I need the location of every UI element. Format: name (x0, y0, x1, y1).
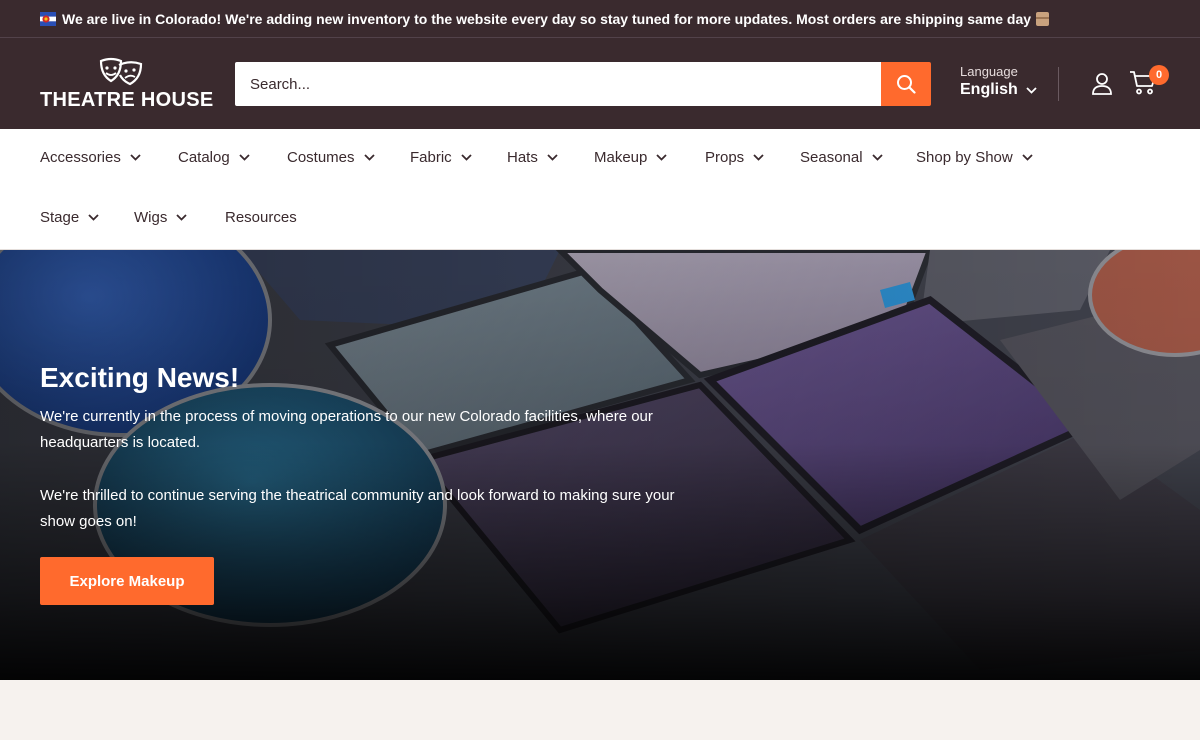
nav-item-stage[interactable]: Stage (40, 209, 99, 226)
nav-item-costumes[interactable]: Costumes (287, 149, 375, 166)
chevron-down-icon (461, 154, 472, 161)
cart-count-badge: 0 (1149, 65, 1169, 85)
nav-label: Costumes (287, 149, 355, 166)
hero-paragraph-1: We're currently in the process of moving… (40, 408, 653, 451)
language-value: English (960, 81, 1018, 98)
chevron-down-icon (363, 154, 375, 161)
nav-item-wigs[interactable]: Wigs (134, 209, 187, 226)
explore-makeup-button[interactable]: Explore Makeup (40, 557, 214, 605)
hero-banner: Exciting News! We're currently in the pr… (0, 250, 1200, 680)
search-input[interactable] (235, 62, 881, 106)
nav-label: Props (705, 149, 745, 166)
search-button[interactable] (881, 62, 931, 106)
nav-item-makeup[interactable]: Makeup (594, 149, 668, 166)
header-divider (1058, 67, 1059, 101)
nav-item-hats[interactable]: Hats (507, 149, 558, 166)
nav-item-accessories[interactable]: Accessories (40, 149, 141, 166)
chevron-down-icon (88, 214, 99, 221)
chevron-down-icon (1026, 86, 1037, 94)
nav-item-seasonal[interactable]: Seasonal (800, 149, 883, 166)
package-icon (1036, 11, 1050, 26)
nav-label: Makeup (594, 149, 648, 166)
chevron-down-icon (656, 154, 668, 161)
colorado-flag-icon (40, 11, 56, 26)
nav-item-props[interactable]: Props (705, 149, 764, 166)
nav-label: Accessories (40, 149, 121, 166)
main-nav: Accessories Catalog Costumes Fabric Hats… (0, 129, 1200, 250)
chevron-down-icon (1022, 154, 1033, 161)
site-logo[interactable]: THEATRE HOUSE (40, 57, 214, 113)
nav-label: Catalog (178, 149, 230, 166)
chevron-down-icon (547, 154, 558, 161)
nav-item-fabric[interactable]: Fabric (410, 149, 472, 166)
nav-label: Fabric (410, 149, 452, 166)
nav-label: Stage (40, 209, 80, 226)
hero-paragraph-2: We're thrilled to continue serving the t… (40, 487, 675, 530)
nav-label: Wigs (134, 209, 168, 226)
user-icon (1092, 73, 1112, 95)
chevron-down-icon (176, 214, 187, 221)
logo-text: THEATRE HOUSE (40, 89, 214, 111)
chevron-down-icon (130, 154, 141, 161)
nav-item-shop-by-show[interactable]: Shop by Show (916, 149, 1033, 166)
account-button[interactable] (1091, 72, 1113, 101)
announcement-text: We are live in Colorado! We're adding ne… (62, 10, 1032, 27)
language-value-row: English (960, 81, 1037, 99)
language-selector[interactable]: Language English (960, 64, 1037, 99)
nav-item-catalog[interactable]: Catalog (178, 149, 250, 166)
nav-label: Shop by Show (916, 149, 1013, 166)
chevron-down-icon (239, 154, 250, 161)
nav-label: Resources (225, 209, 297, 226)
page-section-below (0, 680, 1200, 740)
theatre-masks-icon (99, 57, 143, 86)
language-label: Language (960, 64, 1018, 79)
chevron-down-icon (871, 154, 883, 161)
chevron-down-icon (753, 154, 764, 161)
announcement-bar: We are live in Colorado! We're adding ne… (0, 0, 1200, 38)
hero-overlay (0, 250, 1200, 680)
nav-item-resources[interactable]: Resources (225, 209, 297, 226)
nav-label: Seasonal (800, 149, 863, 166)
nav-label: Hats (507, 149, 538, 166)
search-icon (897, 75, 916, 94)
hero-title: Exciting News! (40, 362, 240, 393)
search-bar (235, 62, 931, 106)
site-header: THEATRE HOUSE Language English (0, 38, 1200, 129)
